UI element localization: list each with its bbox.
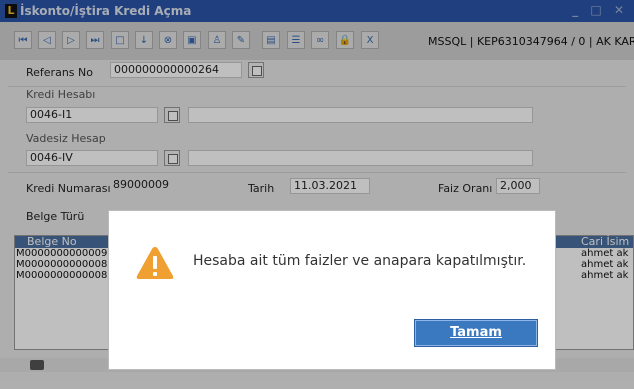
message-dialog: Hesaba ait tüm faizler ve anapara kapatı… bbox=[108, 210, 556, 370]
warning-icon bbox=[135, 245, 175, 285]
ok-button[interactable]: Tamam bbox=[414, 319, 538, 347]
app-window: L İskonto/İştira Kredi Açma _ □ ✕ ⏮ ◁ ▷ … bbox=[0, 0, 634, 389]
dialog-message: Hesaba ait tüm faizler ve anapara kapatı… bbox=[193, 253, 527, 269]
